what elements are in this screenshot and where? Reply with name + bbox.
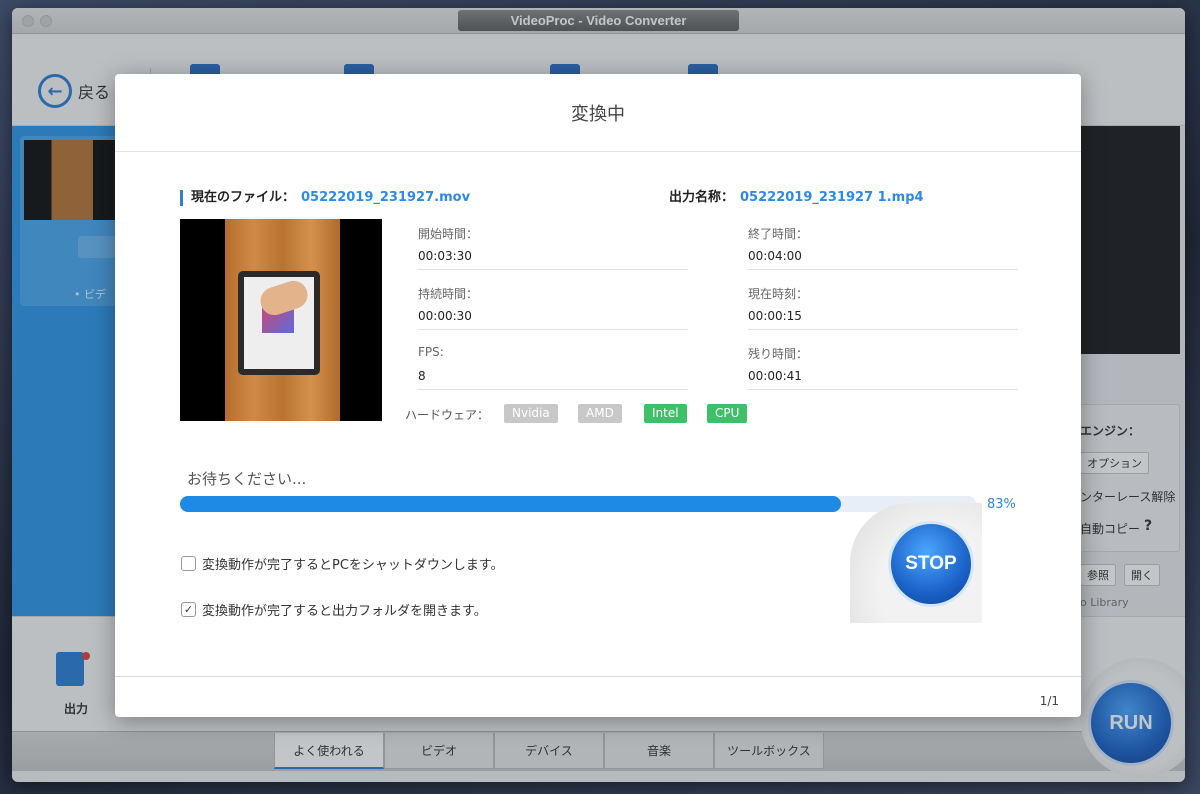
current-file-row: 現在のファイル： 05222019_231927.mov	[180, 186, 470, 206]
shutdown-checkbox[interactable]	[181, 556, 196, 571]
duration-label: 持続時間：	[418, 287, 479, 301]
accent-bar	[180, 189, 183, 206]
divider	[418, 329, 688, 330]
divider	[748, 329, 1018, 330]
progress-fill	[180, 496, 841, 512]
divider	[418, 389, 688, 390]
open-folder-option-label: 変換動作が完了すると出力フォルダを開きます。	[202, 604, 487, 619]
hardware-label: ハードウェア：	[405, 408, 490, 422]
progress-bar	[180, 496, 976, 512]
shutdown-option[interactable]: 変換動作が完了するとPCをシャットダウンします。	[181, 554, 504, 573]
fps-label: FPS:	[418, 345, 444, 359]
app-window: VideoProc - Video Converter ← 戻る • ビデ エン…	[12, 8, 1185, 782]
divider	[418, 269, 688, 270]
current-time-value: 00:00:15	[748, 309, 802, 323]
hw-badge-intel: Intel	[644, 404, 687, 423]
page-count: 1/1	[1039, 694, 1059, 708]
footer-divider	[115, 676, 1081, 677]
remaining-time-value: 00:00:41	[748, 369, 802, 383]
current-file-label: 現在のファイル：	[191, 190, 296, 205]
duration-value: 00:00:30	[418, 309, 472, 323]
open-folder-option[interactable]: ✓ 変換動作が完了すると出力フォルダを開きます。	[181, 600, 487, 619]
end-time-value: 00:04:00	[748, 249, 802, 263]
hw-badge-amd: AMD	[578, 404, 622, 423]
open-folder-checkbox[interactable]: ✓	[181, 602, 196, 617]
hw-badge-cpu: CPU	[707, 404, 748, 423]
dialog-title: 変換中	[115, 74, 1081, 152]
wait-message: お待ちください...	[187, 470, 307, 488]
fps-value: 8	[418, 369, 426, 383]
end-time-label: 終了時間：	[748, 227, 809, 241]
remaining-time-label: 残り時間：	[748, 347, 809, 361]
current-file-name: 05222019_231927.mov	[301, 190, 471, 205]
divider	[748, 389, 1018, 390]
output-name-row: 出力名称： 05222019_231927 1.mp4	[669, 186, 924, 205]
progress-percent: 83%	[987, 497, 1016, 512]
start-time-value: 00:03:30	[418, 249, 472, 263]
hw-badge-nvidia: Nvidia	[504, 404, 558, 423]
start-time-label: 開始時間：	[418, 227, 479, 241]
shutdown-option-label: 変換動作が完了するとPCをシャットダウンします。	[202, 558, 504, 573]
current-time-label: 現在時刻：	[748, 287, 809, 301]
stop-button[interactable]: STOP	[888, 521, 974, 607]
video-preview	[180, 219, 382, 421]
output-file-name: 05222019_231927 1.mp4	[740, 190, 924, 205]
output-name-label: 出力名称：	[669, 190, 735, 205]
divider	[748, 269, 1018, 270]
